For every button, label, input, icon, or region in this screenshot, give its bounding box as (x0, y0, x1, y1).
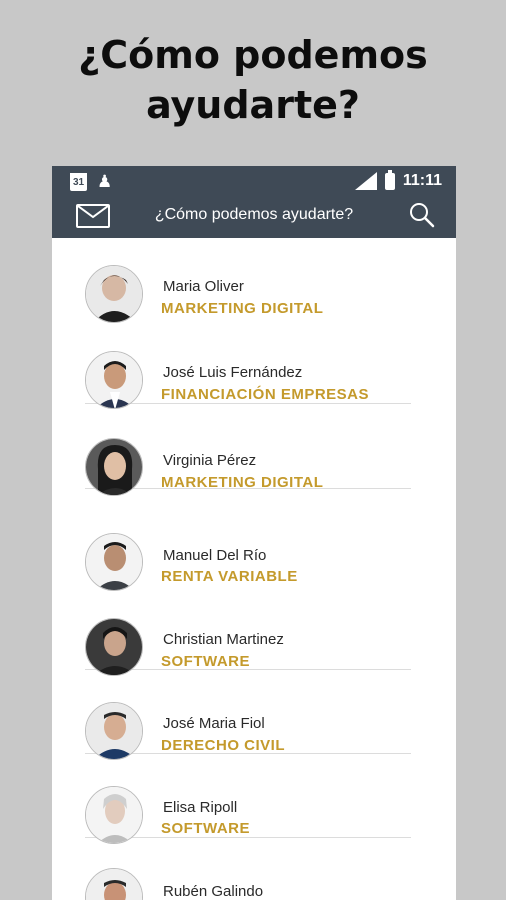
avatar (85, 438, 143, 496)
list-item[interactable]: Maria Oliver MARKETING DIGITAL (85, 238, 411, 404)
phone-screen: 31 ♟ 11:11 ¿Cómo podemos ayudarte? Maria… (52, 166, 456, 900)
status-bar: 31 ♟ 11:11 (52, 166, 456, 200)
contact-name: Virginia Pérez (163, 452, 257, 469)
chess-pawn-icon: ♟ (97, 172, 113, 191)
search-icon[interactable] (408, 201, 436, 234)
promo-title-line2: ayudarte? (146, 83, 360, 127)
promo-title-line1: ¿Cómo podemos (78, 33, 428, 77)
contact-role: MARKETING DIGITAL (161, 474, 324, 491)
contact-role: MARKETING DIGITAL (161, 300, 324, 317)
calendar-icon: 31 (70, 173, 87, 191)
avatar (85, 618, 143, 676)
signal-icon (354, 172, 377, 190)
contact-role: SOFTWARE (161, 820, 250, 837)
contact-role: DERECHO CIVIL (161, 737, 286, 754)
promo-title: ¿Cómo podemos ayudarte? (0, 30, 506, 130)
app-bar: ¿Cómo podemos ayudarte? (52, 200, 456, 238)
contact-role: SOFTWARE (161, 653, 250, 670)
list-item[interactable]: José Maria Fiol DERECHO CIVIL (85, 670, 411, 838)
contact-name: José Maria Fiol (163, 715, 265, 732)
contact-role: FINANCIACIÓN EMPRESAS (161, 386, 370, 403)
battery-icon (384, 169, 395, 190)
app-title: ¿Cómo podemos ayudarte? (154, 206, 354, 223)
avatar (85, 265, 143, 323)
contact-name: Maria Oliver (163, 278, 244, 295)
list-item[interactable]: José Luis Fernández FINANCIACIÓN EMPRESA… (85, 322, 411, 489)
contact-name: Manuel Del Río (163, 547, 267, 564)
list-item[interactable]: Elisa Ripoll SOFTWARE (85, 756, 411, 844)
avatar (85, 868, 143, 900)
list-item[interactable]: Christian Martinez SOFTWARE (85, 586, 411, 754)
contact-name: Christian Martinez (163, 631, 284, 648)
contact-name: José Luis Fernández (163, 364, 303, 381)
avatar (85, 351, 143, 409)
avatar (85, 786, 143, 844)
avatar (85, 702, 143, 760)
contact-role: RENTA VARIABLE (161, 568, 298, 585)
status-time: 11:11 (402, 172, 442, 189)
avatar (85, 533, 143, 591)
list-item[interactable]: Manuel Del Río RENTA VARIABLE (85, 502, 411, 670)
contact-name: Elisa Ripoll (163, 799, 238, 816)
calendar-day: 31 (72, 177, 85, 188)
contact-name: Rubén Galindo (163, 883, 264, 900)
list-item[interactable]: Virginia Pérez MARKETING DIGITAL (85, 408, 411, 496)
list-item[interactable]: Rubén Galindo FISCALIDAD (85, 838, 411, 900)
